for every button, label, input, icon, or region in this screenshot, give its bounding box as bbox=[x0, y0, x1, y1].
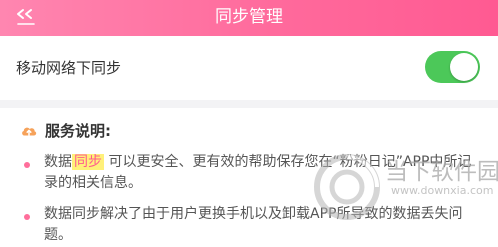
chevron-left-double-icon bbox=[17, 9, 35, 25]
info-text-after: 可以更安全、更有效的帮助保存您在“粉粉日记”APP中所记录的相关信息。 bbox=[44, 154, 472, 191]
page-title: 同步管理 bbox=[215, 7, 283, 27]
info-paragraph-2: 数据同步解决了由于用户更换手机以及卸载APP所导致的数据丢失问题。 bbox=[44, 206, 463, 243]
info-paragraph-1: 数据 同步 可以更安全、更有效的帮助保存您在“粉粉日记”APP中所记录的相关信息。 bbox=[44, 152, 484, 194]
toggle-knob bbox=[450, 53, 478, 81]
info-text-before: 数据 bbox=[44, 154, 72, 170]
cloud-upload-icon bbox=[22, 127, 37, 136]
bullet-dot bbox=[24, 214, 30, 220]
header-bar: 同步管理 bbox=[0, 0, 498, 36]
mobile-sync-setting-row: 移动网络下同步 bbox=[0, 36, 498, 100]
service-info-section: 服务说明: 数据 同步 可以更安全、更有效的帮助保存您在“粉粉日记”APP中所记录… bbox=[0, 108, 498, 247]
back-button[interactable] bbox=[12, 4, 40, 30]
mobile-sync-toggle[interactable] bbox=[425, 51, 480, 83]
bullet-dot bbox=[24, 162, 30, 168]
service-info-title: 服务说明: bbox=[45, 122, 111, 140]
mobile-sync-label: 移动网络下同步 bbox=[16, 59, 122, 77]
section-divider bbox=[0, 100, 498, 108]
highlight-sync: 同步 bbox=[72, 154, 104, 170]
